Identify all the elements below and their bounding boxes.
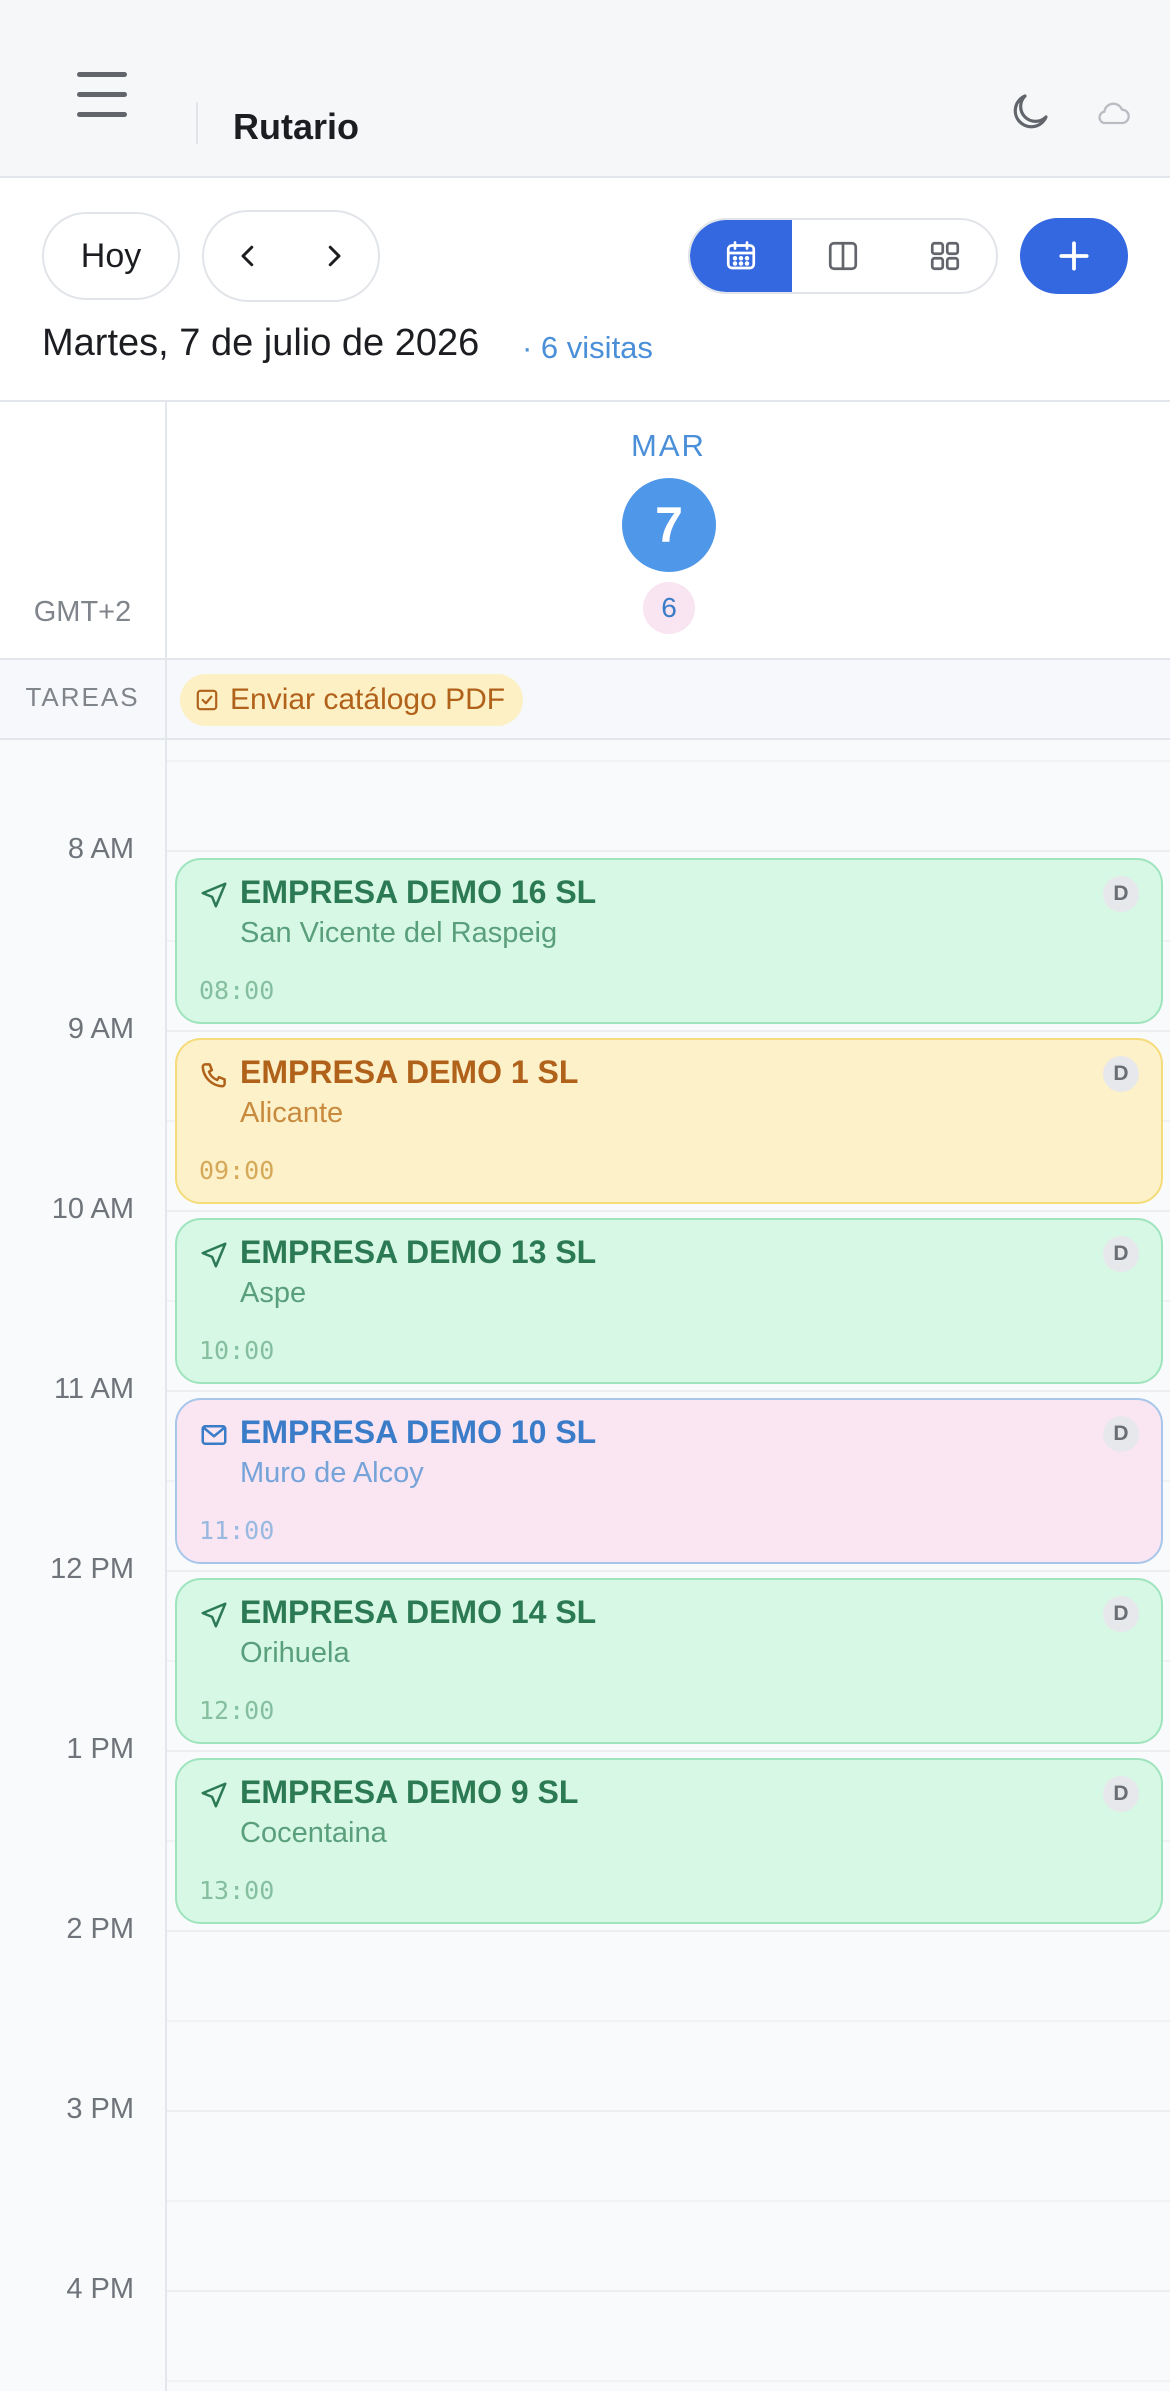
grid-line	[167, 1390, 1170, 1392]
event-location: Aspe	[240, 1277, 307, 1309]
event-card[interactable]: EMPRESA DEMO 9 SL Cocentaina 13:00 D	[175, 1758, 1163, 1924]
weekday-label: MAR	[631, 428, 706, 463]
event-badge: D	[1103, 1236, 1139, 1272]
event-badge: D	[1103, 1776, 1139, 1812]
time-gutter-border	[165, 402, 167, 2391]
grid-icon	[930, 241, 960, 271]
event-card[interactable]: EMPRESA DEMO 16 SL San Vicente del Raspe…	[175, 858, 1163, 1024]
menu-icon[interactable]	[62, 60, 142, 130]
event-time: 09:00	[199, 1156, 275, 1185]
navigation-icon	[201, 1242, 227, 1268]
grid-line	[167, 1750, 1170, 1752]
day-view-button[interactable]	[690, 220, 792, 292]
hour-label: 8 AM	[67, 833, 134, 865]
previous-day-button[interactable]	[204, 212, 292, 300]
cloud-icon	[1098, 102, 1130, 125]
view-switcher	[688, 218, 998, 294]
columns-icon	[828, 241, 858, 271]
gutter-header: GMT+2	[0, 402, 165, 658]
grid-line	[167, 760, 1170, 762]
event-title: EMPRESA DEMO 13 SL	[240, 1234, 597, 1270]
next-day-button[interactable]	[290, 212, 378, 300]
add-event-button[interactable]	[1020, 218, 1128, 294]
timezone-label: GMT+2	[33, 596, 132, 628]
calendar-icon	[726, 241, 756, 270]
event-title: EMPRESA DEMO 10 SL	[240, 1414, 597, 1450]
navigation-icon	[201, 882, 227, 908]
divider	[196, 102, 198, 144]
day-visit-badge: 6	[643, 582, 695, 634]
day-calendar: GMT+2 MAR 7 6 TAREAS Enviar catálogo PDF…	[0, 400, 1170, 2391]
task-label: Enviar catálogo PDF	[230, 683, 506, 716]
current-date-label: Martes, 7 de julio de 2026	[42, 322, 480, 364]
navigation-icon	[201, 1782, 227, 1808]
chevron-right-icon	[328, 245, 341, 267]
hour-label: 9 AM	[67, 1013, 134, 1045]
hour-label: 11 AM	[53, 1373, 134, 1405]
day-number[interactable]: 7	[622, 478, 716, 572]
event-badge: D	[1103, 1056, 1139, 1092]
month-view-button[interactable]	[894, 220, 996, 292]
event-card[interactable]: EMPRESA DEMO 14 SL Orihuela 12:00 D	[175, 1578, 1163, 1744]
task-chip[interactable]: Enviar catálogo PDF	[180, 674, 524, 726]
grid-line	[167, 1030, 1170, 1032]
hour-label: 1 PM	[66, 1733, 134, 1765]
event-location: Muro de Alcoy	[240, 1457, 424, 1489]
hour-label: 10 AM	[51, 1193, 134, 1225]
grid-line	[167, 850, 1170, 852]
app-bar: Rutario	[0, 0, 1170, 178]
hour-label: 2 PM	[66, 1913, 134, 1945]
grid-line	[167, 1930, 1170, 1932]
event-badge: D	[1103, 1416, 1139, 1452]
event-time: 11:00	[199, 1516, 275, 1545]
divider	[0, 738, 1170, 740]
event-title: EMPRESA DEMO 9 SL	[240, 1774, 579, 1810]
visit-count: · 6 visitas	[522, 330, 653, 365]
event-card[interactable]: EMPRESA DEMO 1 SL Alicante 09:00 D	[175, 1038, 1163, 1204]
grid-line	[167, 1210, 1170, 1212]
event-time: 13:00	[199, 1876, 275, 1905]
event-badge: D	[1103, 1596, 1139, 1632]
hour-label: 4 PM	[66, 2273, 134, 2305]
day-header[interactable]: MAR 7 6	[167, 402, 1170, 658]
week-view-button[interactable]	[792, 220, 894, 292]
tasks-row: TAREAS Enviar catálogo PDF	[0, 660, 1170, 738]
event-location: San Vicente del Raspeig	[240, 917, 558, 949]
mail-icon	[201, 1425, 227, 1445]
event-title: EMPRESA DEMO 14 SL	[240, 1594, 597, 1630]
event-location: Cocentaina	[240, 1817, 387, 1849]
moon-icon[interactable]	[1006, 88, 1054, 136]
tasks-label: TAREAS	[25, 682, 140, 712]
hour-label: 12 PM	[50, 1553, 134, 1585]
chevron-left-icon	[241, 245, 254, 267]
hour-label: 3 PM	[66, 2093, 134, 2125]
navigation-icon	[201, 1602, 227, 1628]
event-card[interactable]: EMPRESA DEMO 10 SL Muro de Alcoy 11:00 D	[175, 1398, 1163, 1564]
app-title: Rutario	[233, 106, 359, 147]
event-card[interactable]: EMPRESA DEMO 13 SL Aspe 10:00 D	[175, 1218, 1163, 1384]
plus-icon	[1059, 241, 1089, 271]
grid-line	[167, 2200, 1170, 2202]
grid-line	[167, 2110, 1170, 2112]
event-title: EMPRESA DEMO 1 SL	[240, 1054, 579, 1090]
grid-line	[167, 2380, 1170, 2382]
event-time: 08:00	[199, 976, 275, 1005]
event-title: EMPRESA DEMO 16 SL	[240, 874, 597, 910]
today-button[interactable]: Hoy	[42, 212, 180, 300]
event-location: Orihuela	[240, 1637, 350, 1669]
grid-line	[167, 2290, 1170, 2292]
date-nav	[202, 210, 380, 302]
event-badge: D	[1103, 876, 1139, 912]
grid-line	[167, 1570, 1170, 1572]
event-location: Alicante	[240, 1097, 344, 1129]
event-time: 12:00	[199, 1696, 275, 1725]
checkbox-icon	[196, 689, 218, 711]
event-time: 10:00	[199, 1336, 275, 1365]
grid-line	[167, 2020, 1170, 2022]
phone-icon	[201, 1063, 226, 1088]
